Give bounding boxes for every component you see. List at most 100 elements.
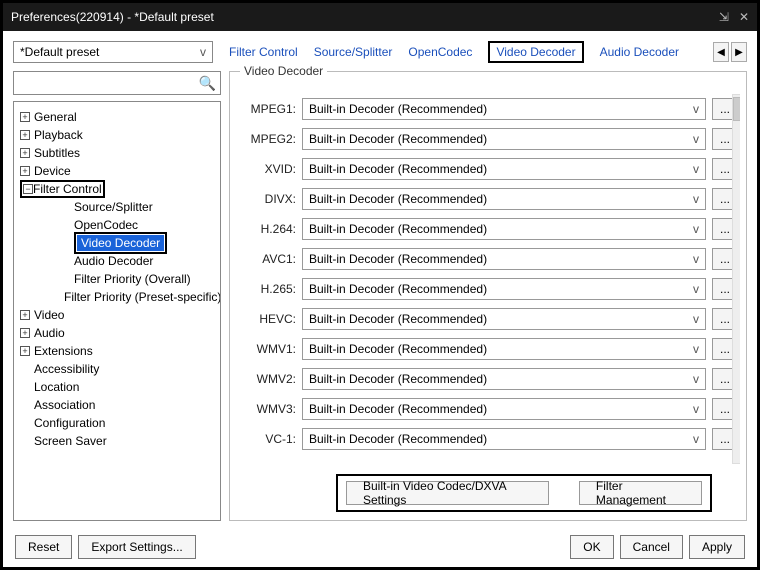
chevron-down-icon: v [693, 402, 699, 416]
decoder-select[interactable]: Built-in Decoder (Recommended)v [302, 308, 706, 330]
decoder-label: HEVC: [238, 312, 296, 326]
collapse-icon[interactable]: − [23, 184, 33, 194]
tree-item-video[interactable]: + Video [18, 306, 216, 324]
tab-audio-decoder[interactable]: Audio Decoder [600, 45, 679, 59]
tab-next-button[interactable]: ▶ [731, 42, 747, 62]
tree-item-label: Video [34, 308, 64, 322]
decoder-select[interactable]: Built-in Decoder (Recommended)v [302, 188, 706, 210]
tree-item-device[interactable]: +Device [18, 162, 216, 180]
nav-tree[interactable]: +General+Playback+Subtitles+Device−Filte… [13, 101, 221, 521]
tree-spacer [60, 202, 70, 212]
tree-item-filter-control[interactable]: −Filter Control [18, 180, 216, 198]
close-icon[interactable]: ✕ [739, 10, 749, 24]
expand-icon[interactable]: + [20, 328, 30, 338]
tree-item-label: Filter Priority (Overall) [74, 272, 191, 286]
tree-item-label: General [34, 110, 77, 124]
filter-management-button[interactable]: Filter Management [579, 481, 702, 505]
tree-item-association[interactable]: Association [18, 396, 216, 414]
reset-button[interactable]: Reset [15, 535, 72, 559]
tab-video-decoder[interactable]: Video Decoder [488, 41, 583, 63]
decoder-select[interactable]: Built-in Decoder (Recommended)v [302, 98, 706, 120]
pin-icon[interactable]: ⇲ [719, 10, 729, 24]
tree-spacer [20, 400, 30, 410]
right-column: Video Decoder MPEG1:Built-in Decoder (Re… [229, 71, 747, 521]
decoder-select-value: Built-in Decoder (Recommended) [309, 102, 487, 116]
tree-item-screen-saver[interactable]: Screen Saver [18, 432, 216, 450]
export-settings-button[interactable]: Export Settings... [78, 535, 195, 559]
decoder-select[interactable]: Built-in Decoder (Recommended) v [302, 278, 706, 300]
preset-select[interactable]: *Default preset v [13, 41, 213, 63]
tree-selected-highlight: Video Decoder [74, 232, 167, 254]
decoder-row-mpeg1: MPEG1:Built-in Decoder (Recommended)v... [238, 94, 738, 124]
expand-icon[interactable]: + [20, 130, 30, 140]
chevron-down-icon: v [693, 312, 699, 326]
cancel-button[interactable]: Cancel [620, 535, 683, 559]
scrollbar-thumb[interactable] [733, 97, 740, 121]
decoder-label: DIVX: [238, 192, 296, 206]
tree-item-playback[interactable]: +Playback [18, 126, 216, 144]
chevron-down-icon: v [693, 282, 699, 296]
ok-button[interactable]: OK [570, 535, 613, 559]
tree-item-label: Association [34, 398, 95, 412]
decoder-select[interactable]: Built-in Decoder (Recommended)v [302, 338, 706, 360]
tree-item-audio-decoder[interactable]: Audio Decoder [18, 252, 216, 270]
tab-nav-arrows: ◀ ▶ [713, 42, 747, 62]
tree-item-subtitles[interactable]: +Subtitles [18, 144, 216, 162]
decoder-select-value: Built-in Decoder (Recommended) [309, 222, 487, 236]
decoder-row-h264: H.264:Built-in Decoder (Recommended)v... [238, 214, 738, 244]
tree-item-filter-priority-overall-[interactable]: Filter Priority (Overall) [18, 270, 216, 288]
tree-highlight-box: −Filter Control [20, 180, 105, 198]
expand-icon[interactable]: + [20, 148, 30, 158]
search-input[interactable] [18, 75, 199, 91]
tree-item-configuration[interactable]: Configuration [18, 414, 216, 432]
tree-item-label: Video Decoder [77, 235, 164, 251]
tree-item-accessibility[interactable]: Accessibility [18, 360, 216, 378]
tree-spacer [20, 436, 30, 446]
decoder-select[interactable]: Built-in Decoder (Recommended)v [302, 218, 706, 240]
expand-icon[interactable]: + [20, 166, 30, 176]
search-box[interactable]: 🔍 [13, 71, 221, 95]
chevron-down-icon: v [693, 342, 699, 356]
tree-item-audio[interactable]: + Audio [18, 324, 216, 342]
tree-item-location[interactable]: Location [18, 378, 216, 396]
decoder-row-vc1: VC-1:Built-in Decoder (Recommended)v... [238, 424, 738, 454]
decoder-label: MPEG2: [238, 132, 296, 146]
tree-spacer [20, 418, 30, 428]
tree-item-video-decoder[interactable]: Video Decoder [18, 234, 216, 252]
decoder-select[interactable]: Built-in Decoder (Recommended)v [302, 428, 706, 450]
tree-item-label: Extensions [34, 344, 93, 358]
dxva-settings-button[interactable]: Built-in Video Codec/DXVA Settings [346, 481, 549, 505]
decoder-select-value: Built-in Decoder (Recommended) [309, 282, 487, 296]
decoder-select-value: Built-in Decoder (Recommended) [309, 162, 487, 176]
tree-item-filter-priority-preset-specific-[interactable]: Filter Priority (Preset-specific) [18, 288, 216, 306]
decoder-select[interactable]: Built-in Decoder (Recommended)v [302, 368, 706, 390]
decoder-row-h265: H.265:Built-in Decoder (Recommended)v... [238, 274, 738, 304]
tree-item-extensions[interactable]: + Extensions [18, 342, 216, 360]
groupbox-title: Video Decoder [240, 64, 327, 78]
tab-opencodec[interactable]: OpenCodec [408, 45, 472, 59]
apply-button[interactable]: Apply [689, 535, 745, 559]
decoder-select[interactable]: Built-in Decoder (Recommended)v [302, 248, 706, 270]
chevron-down-icon: v [693, 372, 699, 386]
expand-icon[interactable]: + [20, 112, 30, 122]
scrollbar[interactable] [732, 94, 740, 464]
tab-filter-control[interactable]: Filter Control [229, 45, 298, 59]
expand-icon[interactable]: + [20, 310, 30, 320]
decoder-row-mpeg2: MPEG2:Built-in Decoder (Recommended)v... [238, 124, 738, 154]
tab-prev-button[interactable]: ◀ [713, 42, 729, 62]
tree-item-source-splitter[interactable]: Source/Splitter [18, 198, 216, 216]
decoder-label: WMV1: [238, 342, 296, 356]
decoder-select[interactable]: Built-in Decoder (Recommended)v [302, 158, 706, 180]
decoder-label: XVID: [238, 162, 296, 176]
decoder-label: VC-1: [238, 432, 296, 446]
content-area: *Default preset v Filter Control Source/S… [3, 31, 757, 567]
tab-source-splitter[interactable]: Source/Splitter [314, 45, 393, 59]
expand-icon[interactable]: + [20, 346, 30, 356]
tree-item-label: Audio [34, 326, 65, 340]
decoder-select-value: Built-in Decoder (Recommended) [309, 252, 487, 266]
tree-item-general[interactable]: + General [18, 108, 216, 126]
decoder-row-wmv2: WMV2:Built-in Decoder (Recommended)v... [238, 364, 738, 394]
decoder-select[interactable]: Built-in Decoder (Recommended)v [302, 398, 706, 420]
decoder-row-xvid: XVID:Built-in Decoder (Recommended)v... [238, 154, 738, 184]
decoder-select[interactable]: Built-in Decoder (Recommended)v [302, 128, 706, 150]
